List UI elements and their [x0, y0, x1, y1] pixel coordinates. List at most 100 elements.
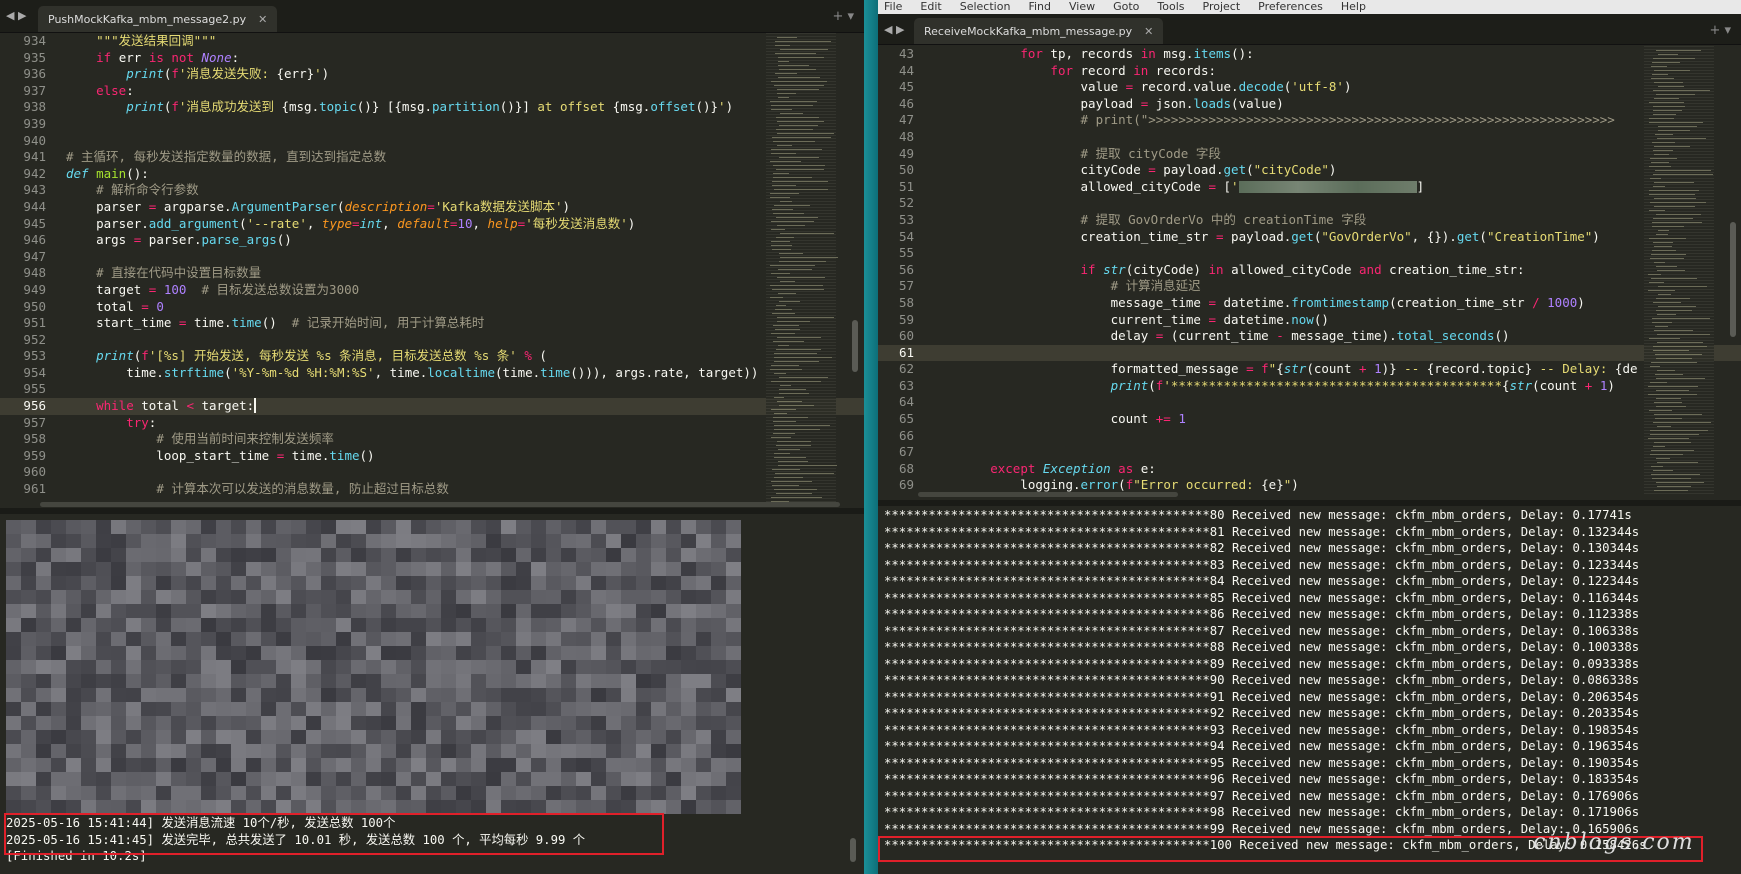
line-number: 944 [23, 198, 46, 214]
menu-view[interactable]: View [1069, 0, 1095, 14]
line-number: 943 [23, 182, 46, 198]
code-line[interactable]: 961 # 计算本次可以发送的消息数量, 防止超过目标总数 [0, 481, 864, 498]
left-editor-scrollbar[interactable] [852, 320, 858, 372]
console-line: ****************************************… [884, 805, 1640, 819]
left-console-scrollbar[interactable] [850, 838, 856, 862]
line-number: 945 [23, 215, 46, 231]
code-line[interactable]: 946 args = parser.parse_args() [0, 232, 864, 249]
new-tab-icon[interactable]: + ▾ [1709, 23, 1731, 38]
code-line[interactable]: 65 count += 1 [878, 411, 1741, 428]
code-line[interactable]: 61 [878, 344, 1741, 362]
code-text: # print(">>>>>>>>>>>>>>>>>>>>>>>>>>>>>>>… [1080, 112, 1615, 128]
code-line[interactable]: 44 for record in records: [878, 63, 1741, 80]
code-line[interactable]: 62 formatted_message = f"{str(count + 1)… [878, 361, 1741, 378]
left-file-tab[interactable]: PushMockKafka_mbm_message2.py ✕ [38, 6, 278, 32]
code-line[interactable]: 942 def main(): [0, 166, 864, 183]
code-line[interactable]: 954 time.strftime('%Y-%m-%d %H:%M:%S', t… [0, 365, 864, 382]
code-line[interactable]: 46 payload = json.loads(value) [878, 96, 1741, 113]
code-line[interactable]: 949 target = 100 # 目标发送总数设置为3000 [0, 282, 864, 299]
code-line[interactable]: 960 [0, 464, 864, 481]
code-line[interactable]: 959 loop_start_time = time.time() [0, 448, 864, 465]
code-line[interactable]: 52 [878, 195, 1741, 212]
menu-project[interactable]: Project [1203, 0, 1241, 14]
code-line[interactable]: 935 if err is not None: [0, 50, 864, 67]
code-line[interactable]: 951 start_time = time.time() # 记录开始时间, 用… [0, 315, 864, 332]
code-line[interactable]: 59 current_time = datetime.now() [878, 312, 1741, 329]
code-line[interactable]: 53 # 提取 GovOrderVo 中的 creationTime 字段 [878, 212, 1741, 229]
code-line[interactable]: 940 [0, 133, 864, 150]
right-minimap[interactable] [1644, 46, 1714, 494]
line-number: 958 [23, 431, 46, 447]
code-line[interactable]: 51 allowed_cityCode = ['] [878, 179, 1741, 196]
code-line[interactable]: 47 # print(">>>>>>>>>>>>>>>>>>>>>>>>>>>>… [878, 112, 1741, 129]
right-console-lines: ****************************************… [878, 507, 1741, 854]
code-line[interactable]: 938 print(f'消息成功发送到 {msg.topic()} [{msg.… [0, 99, 864, 116]
code-text: time.strftime('%Y-%m-%d %H:%M:%S', time.… [66, 364, 759, 380]
code-line[interactable]: 50 cityCode = payload.get("cityCode") [878, 162, 1741, 179]
left-minimap[interactable] [766, 33, 838, 506]
code-line[interactable]: 58 message_time = datetime.fromtimestamp… [878, 295, 1741, 312]
menu-selection[interactable]: Selection [960, 0, 1011, 14]
menu-help[interactable]: Help [1341, 0, 1366, 14]
code-line[interactable]: 54 creation_time_str = payload.get("GovO… [878, 229, 1741, 246]
code-line[interactable]: 56 if str(cityCode) in allowed_cityCode … [878, 262, 1741, 279]
line-number: 54 [898, 228, 914, 244]
code-line[interactable]: 939 [0, 116, 864, 133]
right-code-editor[interactable]: 43 for tp, records in msg.items(): 44 for… [878, 46, 1741, 494]
line-number: 59 [898, 311, 914, 327]
line-number: 955 [23, 381, 46, 397]
new-tab-icon[interactable]: + ▾ [832, 9, 854, 24]
code-line[interactable]: 943 # 解析命令行参数 [0, 182, 864, 199]
left-code-editor[interactable]: 934 """发送结果回调""" 935 if err is not None: 9… [0, 33, 864, 506]
right-editor-hscrollbar[interactable] [918, 492, 1178, 497]
code-line[interactable]: 941 # 主循环, 每秒发送指定数量的数据, 直到达到指定总数 [0, 149, 864, 166]
code-line[interactable]: 67 [878, 444, 1741, 461]
right-file-tab[interactable]: ReceiveMockKafka_mbm_message.py ✕ [914, 18, 1164, 44]
code-line[interactable]: 45 value = record.value.decode('utf-8') [878, 79, 1741, 96]
code-line[interactable]: 947 [0, 249, 864, 266]
menu-edit[interactable]: Edit [920, 0, 941, 14]
line-number: 950 [23, 298, 46, 314]
code-line[interactable]: 66 [878, 428, 1741, 445]
right-editor-scrollbar[interactable] [1730, 222, 1736, 337]
menu-find[interactable]: Find [1028, 0, 1051, 14]
line-number: 58 [898, 294, 914, 310]
code-line[interactable]: 955 [0, 381, 864, 398]
code-line[interactable]: 953 print(f'[%s] 开始发送, 每秒发送 %s 条消息, 目标发送… [0, 348, 864, 365]
close-icon[interactable]: ✕ [258, 13, 267, 26]
line-number: 940 [23, 132, 46, 148]
console-line: ****************************************… [884, 541, 1640, 555]
menu-file[interactable]: File [884, 0, 902, 14]
code-line[interactable]: 948 # 直接在代码中设置目标数量 [0, 265, 864, 282]
code-line[interactable]: 937 else: [0, 83, 864, 100]
close-icon[interactable]: ✕ [1144, 25, 1153, 38]
menu-preferences[interactable]: Preferences [1258, 0, 1323, 14]
code-line[interactable]: 957 try: [0, 415, 864, 432]
code-line[interactable]: 55 [878, 245, 1741, 262]
code-line[interactable]: 64 [878, 394, 1741, 411]
code-line[interactable]: 944 parser = argparse.ArgumentParser(des… [0, 199, 864, 216]
code-line[interactable]: 49 # 提取 cityCode 字段 [878, 146, 1741, 163]
code-line[interactable]: 43 for tp, records in msg.items(): [878, 46, 1741, 63]
code-line[interactable]: 934 """发送结果回调""" [0, 33, 864, 50]
tab-nav-arrows-icon[interactable]: ◀ ▶ [884, 23, 904, 36]
menu-tools[interactable]: Tools [1157, 0, 1184, 14]
code-line[interactable]: 952 [0, 332, 864, 349]
code-line[interactable]: 958 # 使用当前时间来控制发送频率 [0, 431, 864, 448]
code-line[interactable]: 936 print(f'消息发送失败: {err}') [0, 66, 864, 83]
tab-nav-arrows-icon[interactable]: ◀ ▶ [6, 9, 26, 22]
code-line[interactable]: 956 while total < target: [0, 398, 864, 415]
console-line: ****************************************… [884, 755, 1640, 770]
menu-goto[interactable]: Goto [1113, 0, 1139, 14]
code-text: count += 1 [930, 411, 1186, 427]
code-line[interactable]: 60 delay = (current_time - message_time)… [878, 328, 1741, 345]
code-line[interactable]: 945 parser.add_argument('--rate', type=i… [0, 216, 864, 233]
left-editor-hscrollbar[interactable] [40, 502, 840, 507]
code-line[interactable]: 950 total = 0 [0, 299, 864, 316]
code-line[interactable]: 68 except Exception as e: [878, 461, 1741, 478]
code-line[interactable]: 57 # 计算消息延迟 [878, 278, 1741, 295]
code-line[interactable]: 48 [878, 129, 1741, 146]
line-number: 46 [898, 95, 914, 111]
code-line[interactable]: 63 print(f'*****************************… [878, 378, 1741, 395]
code-text: cityCode = payload.get("cityCode") [930, 162, 1337, 178]
